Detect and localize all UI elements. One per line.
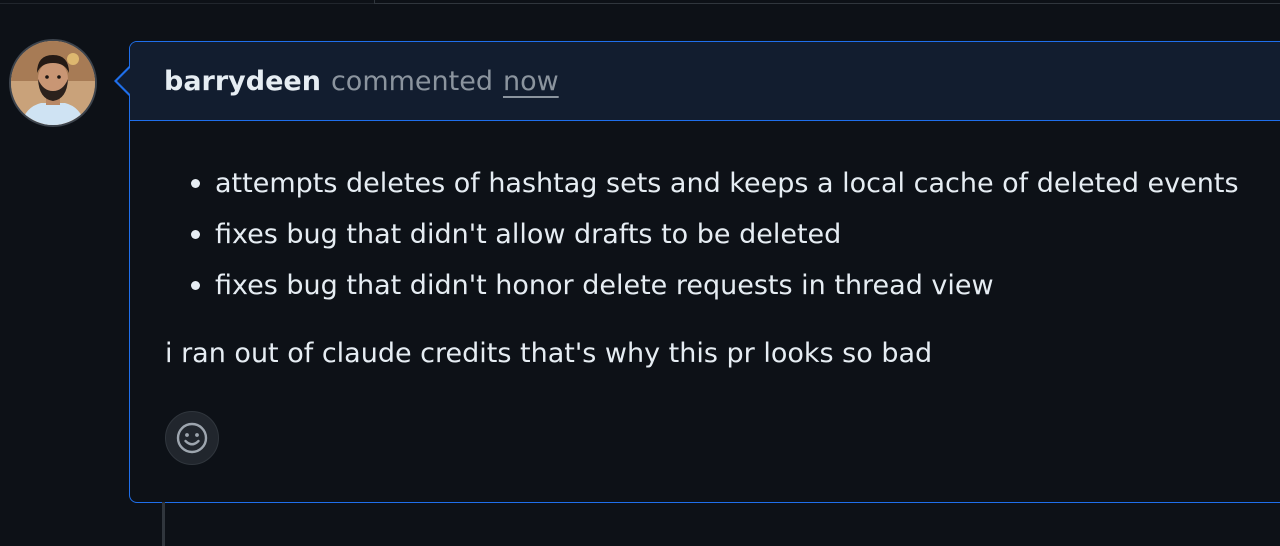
bullet-dot xyxy=(191,281,200,290)
comment-header: barrydeen commented now xyxy=(130,42,1280,121)
list-item-text: attempts deletes of hashtag sets and kee… xyxy=(215,168,1239,199)
author-link[interactable]: barrydeen xyxy=(164,66,321,97)
bullet-dot xyxy=(191,179,200,188)
list-item-text: fixes bug that didn't honor delete reque… xyxy=(215,270,994,301)
previous-element-edge xyxy=(374,0,1280,4)
add-reaction-button[interactable] xyxy=(165,411,219,465)
avatar[interactable] xyxy=(9,39,97,127)
smiley-icon xyxy=(176,422,208,454)
comment-pointer-fill xyxy=(117,67,131,95)
bullet-dot xyxy=(191,230,200,239)
bullet-list: attempts deletes of hashtag sets and kee… xyxy=(165,158,1280,311)
list-item-text: fixes bug that didn't allow drafts to be… xyxy=(215,219,842,250)
list-item: fixes bug that didn't allow drafts to be… xyxy=(165,209,1280,260)
comment-body: attempts deletes of hashtag sets and kee… xyxy=(130,158,1280,465)
previous-divider xyxy=(0,0,374,4)
timestamp-link[interactable]: now xyxy=(503,66,559,97)
user-avatar-icon xyxy=(11,41,95,125)
list-item: fixes bug that didn't honor delete reque… xyxy=(165,260,1280,311)
comment-paragraph: i ran out of claude credits that's why t… xyxy=(165,338,933,369)
page: barrydeen commented now attempts deletes… xyxy=(0,0,1280,546)
timeline-line xyxy=(162,502,165,546)
list-item: attempts deletes of hashtag sets and kee… xyxy=(165,158,1280,209)
comment-action: commented xyxy=(330,65,493,97)
comment-box: barrydeen commented now attempts deletes… xyxy=(129,41,1280,503)
